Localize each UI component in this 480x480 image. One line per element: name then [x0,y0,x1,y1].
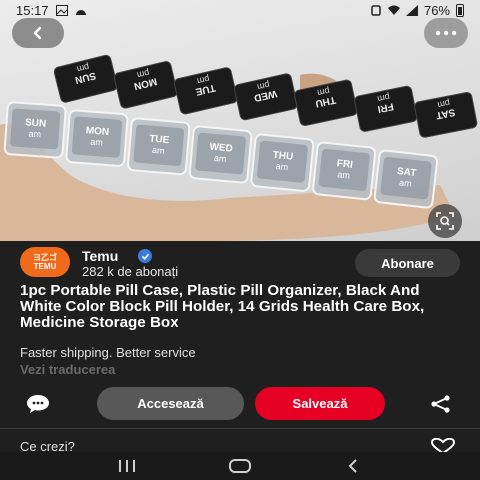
status-time: 15:17 [16,2,49,18]
divider [0,428,480,429]
box-period-label: am [152,145,165,156]
wifi-icon [387,5,400,15]
seller-avatar[interactable]: ヨ乙ゴ TEMU [20,247,70,277]
recent-apps-button[interactable] [115,458,139,474]
action-bar: Accesează Salvează [0,387,480,421]
box-day-label: MON [85,125,109,138]
visual-search-button[interactable] [428,204,462,238]
chevron-left-icon [33,26,42,40]
back-nav-icon [348,459,358,473]
box-compartment: WEDam [188,125,253,184]
lid-compartment: SUNpm [53,54,118,103]
android-icon [75,9,86,15]
pin-description: Faster shipping. Better service [20,345,196,360]
image-icon [55,4,68,16]
pin-image[interactable]: SUN pm MON pm TUE pm WED pm THU pm FRI pm SAT pm SUN a… [0,0,480,241]
alarm-icon [371,4,381,16]
lid-compartment: FRIpm [354,85,418,132]
battery-level: 76% [423,2,450,18]
comment-icon[interactable] [26,394,50,414]
pin-title: 1pc Portable Pill Case, Plastic Pill Org… [20,282,425,331]
verified-badge-icon [138,249,152,263]
visit-site-button[interactable]: Accesează [97,387,244,420]
box-period-label: am [399,177,413,188]
box-period-label: am [28,129,41,140]
lens-icon [436,212,454,230]
back-nav-button[interactable] [341,458,365,474]
see-translation-link[interactable]: Vezi traducerea [20,362,115,377]
recent-apps-icon [118,460,135,472]
box-compartment: THUam [250,133,315,192]
lid-compartment: TUEpm [173,67,238,115]
pill-organizer-image: SUNpmMONpmTUEpmWEDpmTHUpmFRIpmSATpm SUNa… [0,54,478,241]
avatar-logo-text: TEMU [33,262,57,271]
seller-name[interactable]: Temu [82,248,118,264]
home-icon [228,459,251,473]
box-day-label: SUN [25,117,47,129]
lid-compartment: SATpm [414,91,478,138]
box-compartment: FRIam [312,141,377,201]
seller-row: ヨ乙ゴ TEMU Temu 282 k de abonați Abonare [0,245,480,281]
status-bar: 15:17 76% [0,0,480,20]
share-icon[interactable] [430,395,452,413]
lid-compartment: WEDpm [234,73,298,121]
follower-count: 282 k de abonați [82,264,179,279]
box-period-label: am [213,153,226,164]
signal-icon [405,4,418,16]
avatar-logo-top: ヨ乙ゴ [33,253,57,262]
box-period-label: am [90,137,103,148]
battery-icon [456,3,464,17]
box-compartment: SATam [373,149,439,209]
home-button[interactable] [228,458,252,474]
box-period-label: am [337,169,350,180]
box-compartment: SUNam [3,101,67,159]
box-compartment: MONam [65,109,129,167]
save-button[interactable]: Salvează [255,387,385,420]
box-compartment: TUEam [127,117,191,176]
follow-button[interactable]: Abonare [355,249,460,277]
back-button[interactable] [12,18,64,48]
lid-compartment: MONpm [113,61,178,109]
box-period-label: am [275,161,288,172]
more-icon [435,30,457,36]
more-options-button[interactable] [424,18,468,48]
system-nav-bar [0,452,480,480]
